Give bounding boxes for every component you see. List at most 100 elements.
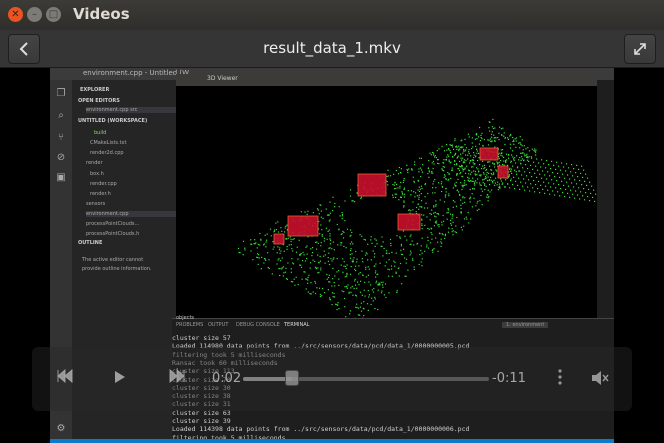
cloud-point xyxy=(336,258,338,260)
cloud-point xyxy=(257,256,259,259)
cloud-point xyxy=(341,242,343,244)
cloud-point xyxy=(310,248,312,250)
tree-item[interactable]: render xyxy=(86,160,103,166)
cloud-point xyxy=(421,219,423,221)
cloud-point xyxy=(541,177,543,179)
tab-problems[interactable]: PROBLEMS xyxy=(176,322,203,328)
cloud-point xyxy=(447,231,449,233)
cloud-point xyxy=(476,138,478,140)
cloud-point xyxy=(407,169,409,171)
cloud-point xyxy=(334,202,336,205)
cloud-point xyxy=(445,187,447,189)
cloud-point xyxy=(528,160,530,162)
cloud-point xyxy=(476,167,478,169)
tree-item[interactable]: build xyxy=(94,130,106,136)
cloud-point xyxy=(516,173,518,175)
cloud-point xyxy=(464,167,466,169)
cloud-point xyxy=(476,174,478,176)
tree-item[interactable]: box.h xyxy=(90,171,104,177)
cloud-point xyxy=(571,164,573,166)
cloud-point xyxy=(361,294,363,296)
cloud-point xyxy=(590,192,592,194)
cloud-point xyxy=(437,159,439,161)
files-icon: ❐ xyxy=(56,88,66,99)
workspace-heading[interactable]: UNTITLED (WORKSPACE) xyxy=(78,118,147,124)
cloud-point xyxy=(421,228,423,230)
cloud-point xyxy=(336,223,338,226)
cloud-point xyxy=(410,234,412,236)
cloud-point xyxy=(500,154,502,156)
cloud-point xyxy=(297,284,299,286)
cloud-point xyxy=(306,253,308,255)
cloud-point xyxy=(466,218,468,220)
tree-item[interactable]: sensors xyxy=(86,201,105,207)
3d-viewer[interactable] xyxy=(176,86,601,325)
cloud-point xyxy=(319,260,321,262)
cloud-point xyxy=(328,214,330,216)
cloud-point xyxy=(456,164,458,166)
cloud-point xyxy=(251,243,253,245)
cloud-point xyxy=(463,150,465,152)
terminal-select[interactable]: 1: environment xyxy=(502,322,549,328)
cloud-point xyxy=(427,236,429,238)
cloud-point xyxy=(281,230,283,232)
menu-button[interactable] xyxy=(557,369,563,389)
cloud-point xyxy=(460,140,462,142)
cloud-point xyxy=(528,179,530,181)
cloud-point xyxy=(265,241,267,243)
cloud-point xyxy=(552,172,554,174)
skip-back-button[interactable] xyxy=(56,368,74,387)
tree-item[interactable]: render2d.cpp xyxy=(90,150,124,156)
cloud-point xyxy=(556,180,558,182)
cloud-point xyxy=(391,275,393,277)
cloud-point xyxy=(324,254,326,256)
tree-item[interactable]: render.cpp xyxy=(90,181,117,187)
cloud-point xyxy=(352,261,354,263)
cloud-point xyxy=(300,253,302,255)
cloud-point xyxy=(456,146,458,148)
cloud-point xyxy=(420,176,422,178)
play-button[interactable] xyxy=(113,370,127,388)
tree-item[interactable]: render.h xyxy=(90,191,111,197)
cloud-point xyxy=(489,138,492,140)
tab-output[interactable]: OUTPUT xyxy=(208,322,228,328)
cloud-point xyxy=(403,196,406,198)
seek-thumb[interactable] xyxy=(285,370,300,386)
cloud-point xyxy=(291,258,293,260)
cloud-point xyxy=(389,175,392,177)
outline-heading[interactable]: OUTLINE xyxy=(78,240,102,246)
seek-bar[interactable] xyxy=(243,377,489,381)
cloud-point xyxy=(342,258,344,260)
cloud-point xyxy=(363,289,365,291)
volume-button[interactable] xyxy=(591,370,609,390)
maximize-window-button[interactable]: □ xyxy=(46,7,61,22)
tab-terminal[interactable]: TERMINAL xyxy=(284,322,309,328)
tree-item[interactable]: environment.cpp xyxy=(86,211,176,217)
open-editor-item[interactable]: environment.cpp src xyxy=(86,107,176,113)
minimize-window-button[interactable]: – xyxy=(27,7,42,22)
cloud-point xyxy=(440,183,442,185)
tree-item[interactable]: processPointClouds... xyxy=(86,221,139,227)
cloud-point xyxy=(497,181,499,183)
cloud-point xyxy=(286,238,288,240)
cloud-point xyxy=(468,149,470,151)
close-window-button[interactable]: ✕ xyxy=(8,7,23,22)
cloud-point xyxy=(352,243,354,245)
cloud-point xyxy=(349,273,352,275)
cloud-point xyxy=(451,167,453,169)
cloud-point xyxy=(435,221,437,223)
tab-debug-console[interactable]: DEBUG CONSOLE xyxy=(236,322,280,328)
cloud-point xyxy=(493,134,495,136)
cloud-point xyxy=(314,280,316,283)
skip-forward-button[interactable] xyxy=(168,368,186,387)
cloud-point xyxy=(494,184,496,186)
tree-item[interactable]: processPointClouds.h xyxy=(86,231,139,237)
cloud-point xyxy=(491,174,493,176)
tree-item[interactable]: CMakeLists.txt xyxy=(90,140,126,146)
open-editors-heading[interactable]: OPEN EDITORS xyxy=(78,98,120,104)
cloud-point xyxy=(312,252,314,254)
cloud-point xyxy=(345,275,348,277)
play-icon xyxy=(115,371,125,383)
cloud-point xyxy=(400,168,402,170)
cloud-point xyxy=(512,165,514,167)
